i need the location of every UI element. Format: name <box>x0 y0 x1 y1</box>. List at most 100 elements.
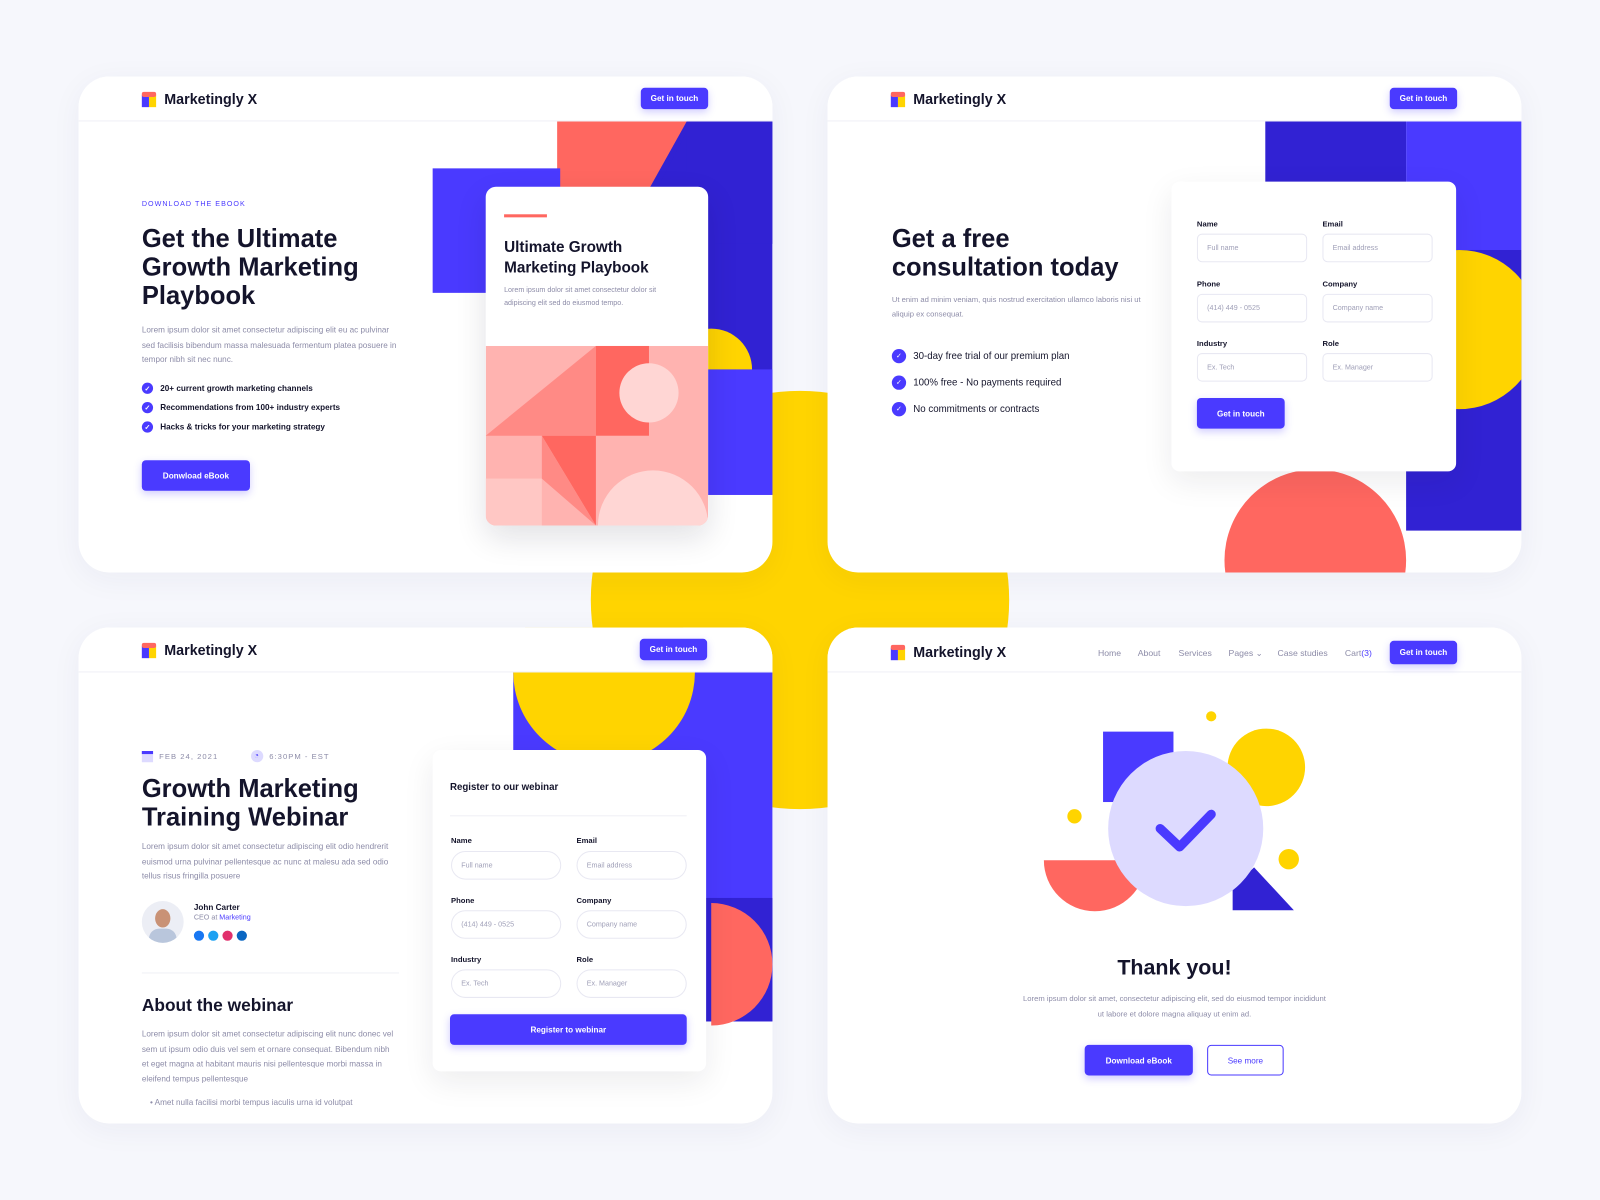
feature-text: No commitments or contracts <box>913 403 1040 415</box>
company-input[interactable]: Company name <box>576 910 687 939</box>
feature-text: 20+ current growth marketing channels <box>160 383 313 393</box>
twitter-icon[interactable] <box>208 930 219 941</box>
cart-count: (3) <box>1361 647 1372 659</box>
event-date: FEB 24, 2021 <box>159 751 219 761</box>
download-ebook-button[interactable]: Donwload eBook <box>141 460 250 491</box>
header: Marketingly X Get in touch <box>827 76 1522 122</box>
check-icon: ✓ <box>891 402 907 417</box>
role-label: Role <box>1322 338 1340 348</box>
ebook-description: Lorem ipsum dolor sit amet consectetur d… <box>504 286 657 308</box>
decorative-yellow-dot <box>1278 848 1299 870</box>
nav-case-studies[interactable]: Case studies <box>1278 648 1328 658</box>
phone-input[interactable]: (414) 449 - 0525 <box>451 910 562 939</box>
thank-you-description: Lorem ipsum dolor sit amet, consectetur … <box>1023 993 1326 1018</box>
industry-label: Industry <box>1196 338 1228 348</box>
feature-item: ✓ No commitments or contracts <box>891 396 1070 423</box>
feature-text: 30-day free trial of our premium plan <box>913 350 1070 362</box>
accent-line <box>504 214 547 218</box>
check-icon: ✓ <box>891 375 907 390</box>
feature-item: ✓ Hacks & tricks for your marketing strat… <box>141 417 340 436</box>
cube-logo-icon <box>890 644 906 660</box>
brand-name: Marketingly X <box>164 641 258 659</box>
decorative-blue-block <box>1265 121 1407 183</box>
instagram-icon[interactable] <box>222 930 233 941</box>
linkedin-icon[interactable] <box>236 930 247 941</box>
role-label: Role <box>576 955 594 965</box>
event-time: 6:30PM - EST <box>269 751 330 761</box>
company-label: Company <box>1322 279 1358 289</box>
bullet-text: Amet nulla facilisi morbi tempus iaculis… <box>154 1097 353 1108</box>
webinar-form: Register to our webinar Name Full name E… <box>432 749 707 1072</box>
get-in-touch-button[interactable]: Get in touch <box>1389 87 1458 110</box>
logo[interactable]: Marketingly X <box>141 90 258 108</box>
decorative-yellow-dot <box>1206 711 1217 722</box>
register-button[interactable]: Register to webinar <box>449 1014 687 1045</box>
header: Marketingly X Get in touch <box>78 627 773 673</box>
brand-name: Marketingly X <box>164 90 258 108</box>
get-in-touch-button[interactable]: Get in touch <box>639 638 708 661</box>
industry-input[interactable]: Ex. Tech <box>451 969 562 998</box>
eyebrow-label: DOWNLOAD THE EBOOK <box>141 201 246 209</box>
brand-name: Marketingly X <box>913 643 1007 661</box>
bullet-item: • Amet nulla facilisi morbi tempus iacul… <box>149 1097 353 1108</box>
company-input[interactable]: Company name <box>1322 293 1433 323</box>
header: Marketingly X Home About Services Pages … <box>827 627 1522 673</box>
calendar-icon <box>141 750 154 762</box>
success-illustration <box>1043 711 1306 912</box>
thank-you-title: Thank you! <box>1117 956 1232 980</box>
chevron-down-icon: ⌄ <box>1255 647 1263 659</box>
email-input[interactable]: Email address <box>576 851 687 880</box>
name-label: Name <box>451 835 472 845</box>
divider <box>141 972 399 974</box>
name-input[interactable]: Full name <box>451 851 562 880</box>
success-circle <box>1108 751 1264 907</box>
nav-services[interactable]: Services <box>1179 648 1212 658</box>
role-text: CEO <box>193 914 210 922</box>
ebook-title: Ultimate Growth Marketing Playbook <box>504 238 649 277</box>
logo[interactable]: Marketingly X <box>890 91 1006 107</box>
feature-item: ✓ 30-day free trial of our premium plan <box>891 343 1070 370</box>
phone-input[interactable]: (414) 449 - 0525 <box>1196 293 1308 323</box>
get-in-touch-button[interactable]: Get in touch <box>1389 640 1458 665</box>
description: Lorem ipsum dolor sit amet consectetur a… <box>141 325 397 365</box>
nav-about[interactable]: About <box>1138 648 1161 658</box>
email-label: Email <box>1322 219 1343 229</box>
nav-pages[interactable]: Pages ⌄ <box>1229 648 1263 659</box>
avatar <box>141 901 184 943</box>
company-link[interactable]: Marketing <box>219 914 250 921</box>
industry-input[interactable]: Ex. Tech <box>1196 353 1308 382</box>
webinar-card: Marketingly X Get in touch Register to o… <box>78 627 773 1124</box>
see-more-button[interactable]: See more <box>1207 1044 1284 1076</box>
name-input[interactable]: Full name <box>1196 233 1308 263</box>
phone-label: Phone <box>451 895 475 906</box>
form-title: Register to our webinar <box>449 781 559 793</box>
cube-logo-icon <box>141 91 157 107</box>
author-role: CEO at Marketing <box>194 914 251 921</box>
check-icon: ✓ <box>891 348 907 364</box>
submit-button[interactable]: Get in touch <box>1196 397 1285 429</box>
consultation-card: Marketingly X Get in touch Name Full nam… <box>827 76 1522 573</box>
page-title: Get a free consultation today <box>891 224 1119 282</box>
header: Marketingly X Get in touch <box>78 76 773 122</box>
nav-cart[interactable]: Cart(3) <box>1345 648 1372 658</box>
cube-logo-icon <box>141 642 157 658</box>
role-input[interactable]: Ex. Manager <box>1322 353 1433 382</box>
email-input[interactable]: Email address <box>1322 233 1433 263</box>
industry-label: Industry <box>451 955 482 965</box>
download-ebook-button[interactable]: Download eBook <box>1084 1044 1193 1076</box>
page-title: Get the Ultimate Growth Marketing Playbo… <box>141 224 359 311</box>
at-text: at <box>211 914 218 922</box>
role-input[interactable]: Ex. Manager <box>576 969 687 998</box>
feature-text: Recommendations from 100+ industry exper… <box>160 403 341 413</box>
feature-list: ✓ 30-day free trial of our premium plan ✓… <box>891 343 1070 423</box>
facebook-icon[interactable] <box>193 930 205 941</box>
nav-home[interactable]: Home <box>1098 648 1121 658</box>
check-icon: ✓ <box>141 402 154 414</box>
company-label: Company <box>576 895 612 906</box>
description: Lorem ipsum dolor sit amet consectetur a… <box>141 841 389 881</box>
about-text: Lorem ipsum dolor sit amet consectetur a… <box>141 1029 394 1084</box>
get-in-touch-button[interactable]: Get in touch <box>640 87 709 110</box>
clock-icon: ◔ <box>250 749 264 763</box>
logo[interactable]: Marketingly X <box>141 641 258 659</box>
logo[interactable]: Marketingly X <box>890 643 1007 661</box>
